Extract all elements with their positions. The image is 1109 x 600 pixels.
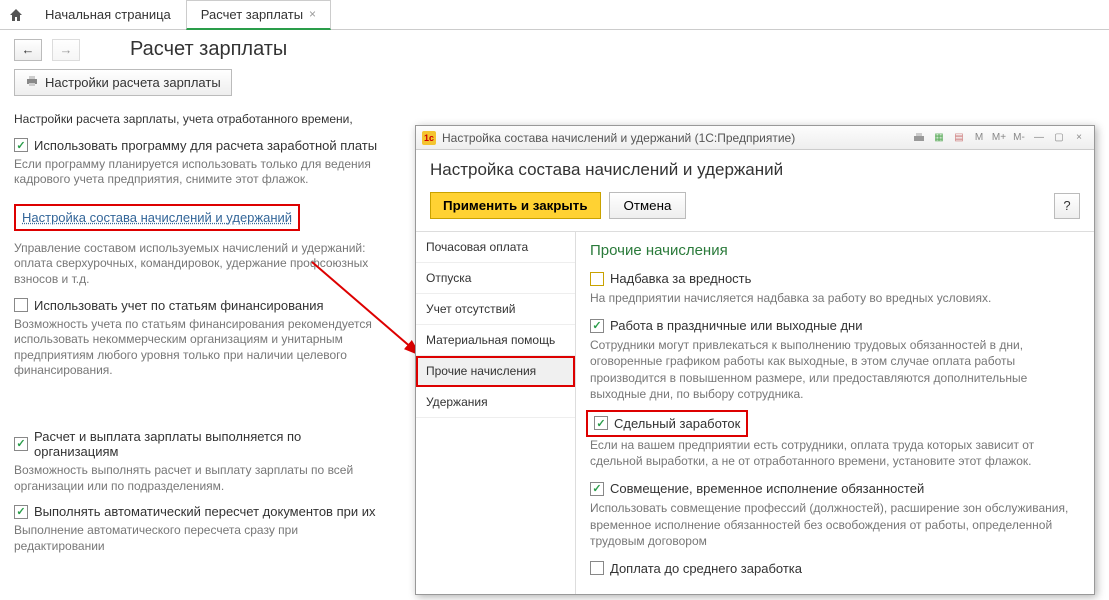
- use-program-label: Использовать программу для расчета зараб…: [34, 138, 377, 153]
- combining-label: Совмещение, временное исполнение обязанн…: [610, 481, 924, 496]
- autorecalc-checkbox-row[interactable]: Выполнять автоматический пересчет докуме…: [14, 504, 386, 519]
- side-tab-absences[interactable]: Учет отсутствий: [416, 294, 575, 325]
- panel-title: Прочие начисления: [590, 242, 1080, 259]
- cancel-button[interactable]: Отмена: [609, 192, 687, 219]
- checkbox-icon[interactable]: [590, 272, 604, 286]
- combining-desc: Использовать совмещение профессий (должн…: [590, 500, 1080, 549]
- holidays-checkbox-row[interactable]: Работа в праздничные или выходные дни: [590, 318, 1080, 333]
- holidays-label: Работа в праздничные или выходные дни: [610, 318, 862, 333]
- side-tab-other-charges[interactable]: Прочие начисления: [416, 356, 575, 387]
- harmful-bonus-checkbox-row[interactable]: Надбавка за вредность: [590, 271, 1080, 286]
- checkbox-icon[interactable]: [590, 561, 604, 575]
- tab-home-label: Начальная страница: [45, 7, 171, 22]
- dialog-header: Настройка состава начислений и удержаний: [416, 150, 1094, 186]
- memory-mminus-icon[interactable]: M-: [1010, 130, 1028, 146]
- app-1c-icon: 1c: [422, 131, 436, 145]
- piecework-label: Сдельный заработок: [614, 416, 740, 431]
- checkbox-icon[interactable]: [590, 319, 604, 333]
- side-tab-vacations[interactable]: Отпуска: [416, 263, 575, 294]
- side-tab-material-aid[interactable]: Материальная помощь: [416, 325, 575, 356]
- financing-desc: Возможность учета по статьям финансирова…: [14, 317, 386, 379]
- checkbox-icon[interactable]: [14, 298, 28, 312]
- nav-forward-button[interactable]: →: [52, 39, 80, 61]
- calendar-icon[interactable]: ▤: [950, 130, 968, 146]
- checkbox-icon[interactable]: [14, 505, 28, 519]
- holidays-desc: Сотрудники могут привлекаться к выполнен…: [590, 337, 1080, 402]
- print-icon: [25, 74, 39, 91]
- combining-checkbox-row[interactable]: Совмещение, временное исполнение обязанн…: [590, 481, 1080, 496]
- memory-mplus-icon[interactable]: M+: [990, 130, 1008, 146]
- print-icon[interactable]: [910, 130, 928, 146]
- composition-link-highlight: Настройка состава начислений и удержаний: [14, 204, 300, 231]
- composition-desc: Управление составом используемых начисле…: [14, 241, 386, 288]
- minimize-icon[interactable]: —: [1030, 130, 1048, 146]
- tab-salary-label: Расчет зарплаты: [201, 7, 303, 22]
- side-tabs: Почасовая оплата Отпуска Учет отсутствий…: [416, 232, 576, 594]
- avg-pay-checkbox-row[interactable]: Доплата до среднего заработка: [590, 561, 1080, 576]
- dialog-titlebar: 1c Настройка состава начислений и удержа…: [416, 126, 1094, 150]
- help-button[interactable]: ?: [1054, 193, 1080, 219]
- piecework-checkbox-row[interactable]: Сдельный заработок: [590, 414, 744, 433]
- close-icon[interactable]: ×: [1070, 130, 1088, 146]
- dialog-body: Почасовая оплата Отпуска Учет отсутствий…: [416, 232, 1094, 594]
- side-tab-deductions[interactable]: Удержания: [416, 387, 575, 418]
- salary-settings-button[interactable]: Настройки расчета зарплаты: [14, 69, 232, 96]
- composition-dialog: 1c Настройка состава начислений и удержа…: [415, 125, 1095, 595]
- home-icon: [8, 7, 24, 23]
- grid-icon[interactable]: ▦: [930, 130, 948, 146]
- autorecalc-desc: Выполнение автоматического пересчета сра…: [14, 523, 386, 554]
- close-icon[interactable]: ×: [309, 7, 316, 21]
- page-title: Расчет зарплаты: [130, 38, 287, 61]
- salary-settings-label: Настройки расчета зарплаты: [45, 75, 221, 90]
- financing-label: Использовать учет по статьям финансирова…: [34, 298, 324, 313]
- checkbox-icon[interactable]: [14, 138, 28, 152]
- avg-pay-label: Доплата до среднего заработка: [610, 561, 802, 576]
- tab-home[interactable]: Начальная страница: [30, 0, 186, 29]
- intro-text: Настройки расчета зарплаты, учета отрабо…: [14, 112, 386, 128]
- maximize-icon[interactable]: ▢: [1050, 130, 1068, 146]
- checkbox-icon[interactable]: [594, 416, 608, 430]
- use-program-desc: Если программу планируется использовать …: [14, 157, 386, 188]
- piecework-desc: Если на вашем предприятии есть сотрудник…: [590, 437, 1080, 469]
- checkbox-icon[interactable]: [590, 482, 604, 496]
- by-org-desc: Возможность выполнять расчет и выплату з…: [14, 463, 386, 494]
- checkbox-icon[interactable]: [14, 437, 28, 451]
- financing-checkbox-row[interactable]: Использовать учет по статьям финансирова…: [14, 298, 386, 313]
- harmful-bonus-label: Надбавка за вредность: [610, 271, 751, 286]
- autorecalc-label: Выполнять автоматический пересчет докуме…: [34, 504, 376, 519]
- tab-salary[interactable]: Расчет зарплаты ×: [186, 0, 331, 30]
- by-org-label: Расчет и выплата зарплаты выполняется по…: [34, 429, 386, 459]
- apply-button[interactable]: Применить и закрыть: [430, 192, 601, 219]
- memory-m-icon[interactable]: M: [970, 130, 988, 146]
- dialog-actions: Применить и закрыть Отмена ?: [416, 186, 1094, 232]
- composition-settings-link[interactable]: Настройка состава начислений и удержаний: [22, 210, 292, 225]
- harmful-bonus-desc: На предприятии начисляется надбавка за р…: [590, 290, 1080, 306]
- side-tab-hourly[interactable]: Почасовая оплата: [416, 232, 575, 263]
- nav-back-button[interactable]: ←: [14, 39, 42, 61]
- by-org-checkbox-row[interactable]: Расчет и выплата зарплаты выполняется по…: [14, 429, 386, 459]
- toolbar: ← → Расчет зарплаты: [0, 30, 1109, 69]
- settings-content: Настройки расчета зарплаты, учета отрабо…: [0, 104, 400, 554]
- tab-bar: Начальная страница Расчет зарплаты ×: [0, 0, 1109, 30]
- other-charges-panel: Прочие начисления Надбавка за вредность …: [576, 232, 1094, 594]
- dialog-title: Настройка состава начислений и удержаний…: [442, 131, 904, 145]
- use-program-checkbox-row[interactable]: Использовать программу для расчета зараб…: [14, 138, 386, 153]
